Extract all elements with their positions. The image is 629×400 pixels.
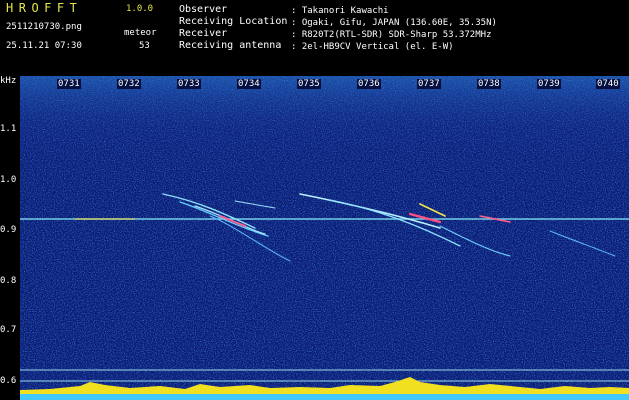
app-title: HROFFT [6, 1, 83, 15]
spectrogram-panel [20, 76, 629, 400]
x-tick-0734: 0734 [237, 79, 261, 89]
x-tick-0731: 0731 [57, 79, 81, 89]
x-tick-0735: 0735 [297, 79, 321, 89]
y-tick-0-7: 0.7 [0, 325, 17, 335]
location-key: Receiving Location [179, 16, 288, 27]
x-tick-0740: 0740 [596, 79, 620, 89]
location-value: : Ogaki, Gifu, JAPAN (136.60E, 35.35N) [291, 18, 497, 28]
observer-key: Observer [179, 4, 228, 15]
x-tick-0739: 0739 [537, 79, 561, 89]
meteor-count: 53 [139, 41, 150, 51]
y-tick-0-9: 0.9 [0, 225, 17, 235]
x-tick-0732: 0732 [117, 79, 141, 89]
receiver-key: Receiver [179, 28, 228, 39]
file-name: 2511210730.png [6, 22, 82, 32]
x-tick-0738: 0738 [477, 79, 501, 89]
y-axis-unit: kHz [0, 76, 17, 86]
antenna-value: : 2el-HB9CV Vertical (el. E-W) [291, 42, 454, 52]
antenna-key: Receiving antenna [179, 40, 282, 51]
signal-level-floor [20, 394, 629, 400]
spectrogram-plot [20, 76, 629, 400]
y-tick-0-6: 0.6 [0, 376, 17, 386]
x-tick-0736: 0736 [357, 79, 381, 89]
file-timestamp: 25.11.21 07:30 [6, 41, 82, 51]
y-tick-1-1: 1.1 [0, 124, 17, 134]
high-frequency-glow [20, 76, 629, 226]
y-tick-1-0: 1.0 [0, 175, 17, 185]
receiver-value: : R820T2(RTL-SDR) SDR-Sharp 53.372MHz [291, 30, 492, 40]
x-tick-0737: 0737 [417, 79, 441, 89]
header-panel: HROFFT 1.0.0 2511210730.png 25.11.21 07:… [0, 0, 629, 76]
x-tick-0733: 0733 [177, 79, 201, 89]
app-version: 1.0.0 [126, 4, 154, 14]
y-tick-0-8: 0.8 [0, 276, 17, 286]
meteor-label: meteor [124, 28, 157, 38]
observer-value: : Takanori Kawachi [291, 6, 389, 16]
